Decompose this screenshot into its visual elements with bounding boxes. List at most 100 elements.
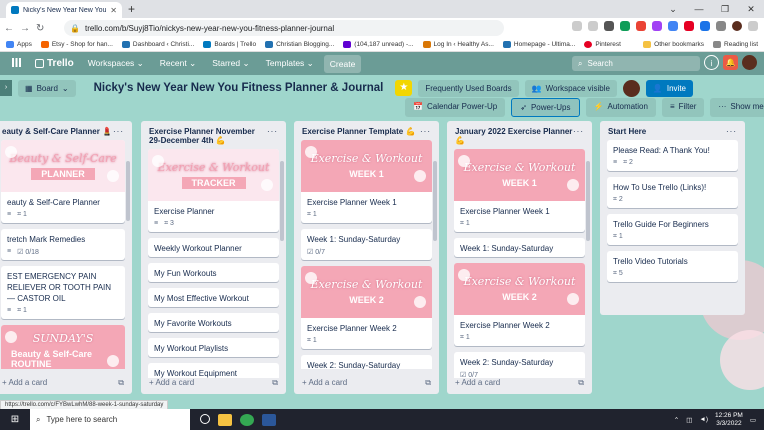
word-icon[interactable]	[262, 413, 276, 426]
invite-button[interactable]: 👤 Invite	[645, 79, 693, 97]
list-menu-icon[interactable]: ···	[420, 127, 431, 136]
network-icon[interactable]: ◫	[686, 416, 692, 424]
bookmark-item[interactable]: Etsy - Shop for han...	[40, 41, 113, 48]
automation-button[interactable]: ⚡ Automation	[585, 98, 656, 117]
card[interactable]: EST EMERGENCY PAIN RELIEVER OR TOOTH PAI…	[1, 266, 125, 319]
create-button[interactable]: Create	[323, 54, 362, 73]
bookmark-item[interactable]: Homepage - Ultima...	[502, 41, 575, 48]
share-icon[interactable]	[572, 21, 582, 31]
new-tab-icon[interactable]: +	[128, 2, 135, 16]
reload-icon[interactable]: ↻	[36, 23, 44, 34]
template-icon[interactable]: ⧉	[118, 378, 124, 388]
trello-logo[interactable]: Trello	[31, 58, 78, 69]
back-icon[interactable]: ←	[4, 23, 14, 34]
template-icon[interactable]: ⧉	[272, 378, 278, 388]
star-icon[interactable]: ★	[395, 80, 413, 96]
close-window-icon[interactable]: ✕	[738, 0, 764, 18]
list-menu-icon[interactable]: ···	[113, 127, 124, 136]
powerups-button[interactable]: ➶ Power-Ups	[511, 98, 580, 117]
minimize-icon[interactable]: —	[686, 0, 712, 18]
card[interactable]: Week 1: Sunday-Saturday ☑ 0/7	[301, 229, 432, 260]
card[interactable]: SUNDAY'SBeauty & Self-Care ROUTINEunday'…	[1, 325, 125, 369]
card[interactable]: Exercise & Workout TRACKER Exercise Planne…	[148, 149, 279, 232]
bookmark-item[interactable]: Christian Blogging...	[265, 41, 334, 48]
board-title[interactable]: Nicky's New Year New You Fitness Planner…	[94, 82, 384, 94]
list-scrollbar[interactable]	[433, 161, 437, 241]
extension-icon[interactable]	[636, 21, 646, 31]
list-header[interactable]: January 2022 Exercise Planner 💪 ···	[447, 121, 592, 149]
member-avatar[interactable]	[742, 55, 757, 70]
extension-icon[interactable]	[700, 21, 710, 31]
maximize-icon[interactable]: ❐	[712, 0, 738, 18]
card[interactable]: Trello Guide For Beginners ⌗ 1	[607, 214, 738, 245]
list-scrollbar[interactable]	[586, 161, 590, 241]
chrome-icon[interactable]	[240, 413, 254, 426]
card[interactable]: Please Read: A Thank You! ≡ ⌗ 2	[607, 140, 738, 171]
bookmark-item[interactable]: Log In ‹ Healthy As...	[422, 41, 494, 48]
more-icon[interactable]	[748, 21, 758, 31]
frequently-used-boards-button[interactable]: Frequently Used Boards	[418, 79, 519, 97]
card[interactable]: Trello Video Tutorials ⌗ 5	[607, 251, 738, 282]
card[interactable]: My Fun Workouts	[148, 263, 279, 282]
list-scrollbar[interactable]	[126, 161, 130, 221]
browser-tab[interactable]: Nicky's New Year New You Fitnes ✕	[6, 2, 122, 18]
list-header[interactable]: Start Here ···	[600, 121, 745, 140]
extension-icon[interactable]	[668, 21, 678, 31]
apps-grid-icon[interactable]	[6, 54, 27, 73]
bookmark-item[interactable]: Dashboard ‹ Christi...	[121, 41, 194, 48]
list-scrollbar[interactable]	[280, 161, 284, 241]
template-icon[interactable]: ⧉	[578, 378, 584, 388]
file-explorer-icon[interactable]	[218, 413, 232, 426]
volume-icon[interactable]: ◄)	[699, 416, 708, 423]
card[interactable]: Week 2: Sunday-Saturday☑ 0/7	[301, 355, 432, 369]
task-view-icon[interactable]	[200, 413, 210, 424]
list-title[interactable]: January 2022 Exercise Planner 💪	[455, 127, 573, 145]
template-icon[interactable]: ⧉	[425, 378, 431, 388]
windows-start-icon[interactable]: ⊞	[0, 414, 30, 425]
extension-icon[interactable]	[652, 21, 662, 31]
add-card-button[interactable]: + Add a card ⧉	[294, 374, 439, 392]
info-icon[interactable]: i	[704, 55, 719, 70]
chevron-down-icon[interactable]: ⌄	[660, 0, 686, 18]
card[interactable]: Weekly Workout Planner	[148, 238, 279, 257]
profile-avatar[interactable]	[732, 21, 742, 31]
menu-recent[interactable]: Recent ⌄	[154, 54, 202, 73]
list-menu-icon[interactable]: ···	[726, 127, 737, 136]
card[interactable]: My Favorite Workouts	[148, 313, 279, 332]
list-title[interactable]: eauty & Self-Care Planner 💄	[2, 127, 112, 136]
card[interactable]: My Workout Playlists	[148, 338, 279, 357]
filter-button[interactable]: ≡ Filter	[661, 98, 705, 117]
bookmark-item[interactable]: Pinterest	[584, 41, 621, 48]
menu-starred[interactable]: Starred ⌄	[206, 54, 255, 73]
extension-icon[interactable]	[620, 21, 630, 31]
card[interactable]: Exercise & Workout WEEK 2 Exercise Planner…	[454, 263, 585, 346]
card[interactable]: Week 1: Sunday-Saturday	[454, 238, 585, 257]
bookmark-item[interactable]: Apps	[6, 41, 32, 48]
calendar-powerup-button[interactable]: 📅 Calendar Power-Up	[405, 98, 506, 117]
card[interactable]: Exercise & Workout WEEK 2 Exercise Planner…	[301, 266, 432, 349]
bookmark-star-icon[interactable]	[588, 21, 598, 31]
notification-bell-icon[interactable]: 🔔	[723, 55, 738, 70]
add-card-button[interactable]: + Add a card ⧉	[0, 374, 132, 392]
bookmark-item[interactable]: Reading list	[713, 41, 758, 48]
list-header[interactable]: Exercise Planner November 29-December 4t…	[141, 121, 286, 149]
menu-workspaces[interactable]: Workspaces ⌄	[82, 54, 150, 73]
add-card-button[interactable]: + Add a card ⧉	[141, 374, 286, 392]
extension-icon[interactable]	[684, 21, 694, 31]
notifications-icon[interactable]: ▭	[750, 416, 756, 424]
list-title[interactable]: Exercise Planner Template 💪	[302, 127, 415, 136]
bookmark-item[interactable]: Boards | Trello	[203, 41, 256, 48]
extension-icon[interactable]	[604, 21, 614, 31]
card[interactable]: Beauty & Self-Care PLANNER eauty & Self-Ca…	[1, 140, 125, 223]
search-input[interactable]: ⌕ Search	[572, 56, 700, 71]
add-card-button[interactable]: + Add a card ⧉	[447, 374, 592, 392]
board-view-switcher[interactable]: ▦ Board ⌄	[18, 79, 76, 97]
close-tab-icon[interactable]: ✕	[110, 6, 117, 15]
taskbar-search-input[interactable]: ⌕ Type here to search	[30, 409, 190, 430]
card[interactable]: How To Use Trello (Links)! ⌗ 2	[607, 177, 738, 208]
list-header[interactable]: Exercise Planner Template 💪 ···	[294, 121, 439, 140]
puzzle-icon[interactable]	[716, 21, 726, 31]
bookmark-item[interactable]: Other bookmarks	[643, 41, 704, 48]
list-menu-icon[interactable]: ···	[573, 127, 584, 145]
show-menu-button[interactable]: ···Show menu	[710, 98, 764, 117]
